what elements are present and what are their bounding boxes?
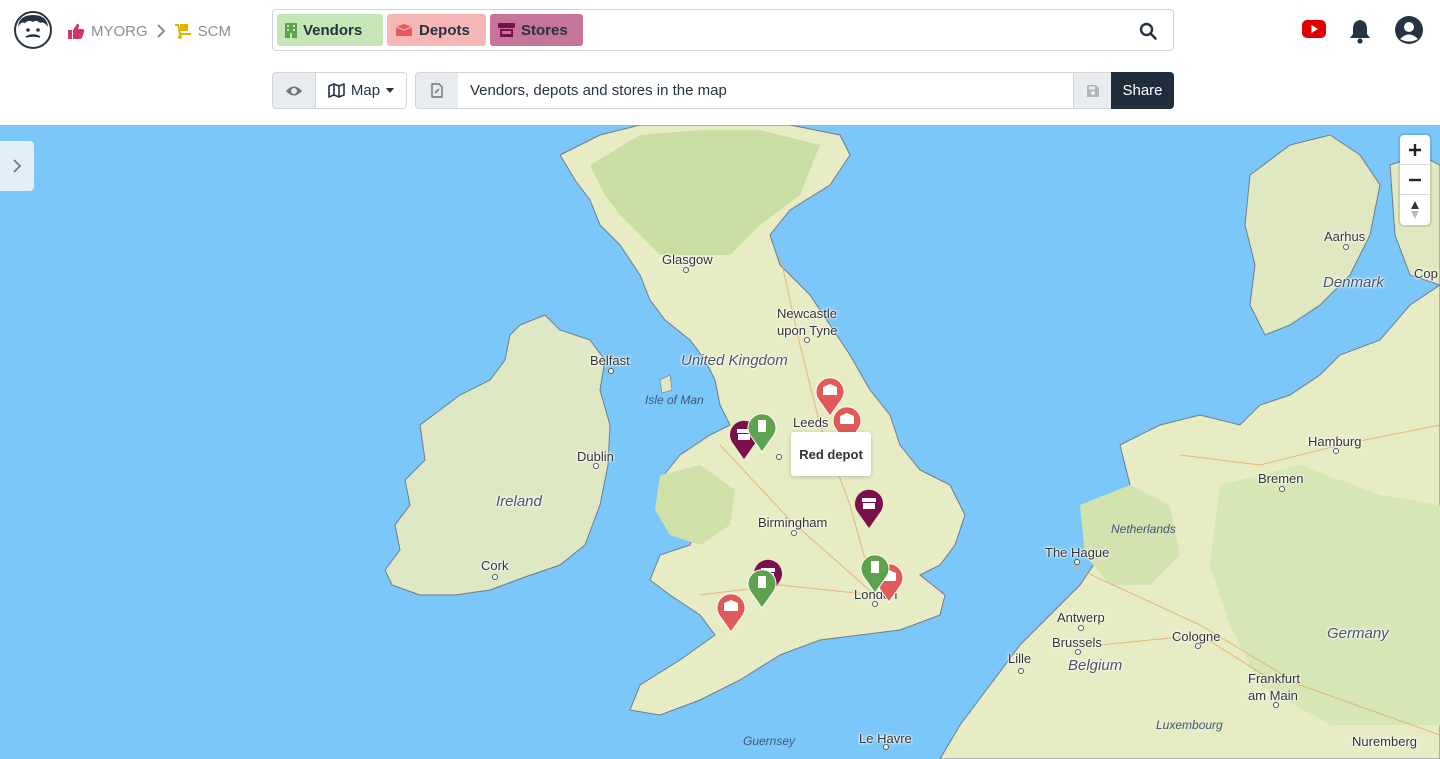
breadcrumb: MYORG SCM [68,20,231,42]
city-dot-glasgow [683,267,689,273]
map-label-newcastle: Newcastle [777,306,837,321]
map-label-luxembourg: Luxembourg [1156,718,1223,732]
map-label-denmark: Denmark [1323,274,1384,291]
map-label-frankfurt: Frankfurt [1248,671,1301,686]
store-marker[interactable] [853,487,885,529]
vendor-marker[interactable] [746,567,778,609]
map-icon [328,83,345,98]
building-icon [285,22,297,38]
header: MYORG SCM Vendors Depots Stores Map Vend… [0,0,1440,125]
toolbar: Map Vendors, depots and stores in the ma… [272,72,1174,109]
map-label-cork: Cork [481,558,509,573]
app-logo-icon[interactable] [14,11,52,49]
vendor-marker[interactable] [859,552,891,594]
city-dot-manchester [776,454,782,460]
chip-stores[interactable]: Stores [490,14,583,46]
caret-down-icon [386,88,395,93]
marker-tooltip: Red depot [791,432,871,476]
map-label-glasgow: Glasgow [662,252,713,267]
map-label-bremen: Bremen [1258,471,1304,486]
map-label-am-main: am Main [1248,688,1298,703]
city-dot-lille [1018,668,1024,674]
map-label-the-hague: The Hague [1045,545,1110,560]
map-label-guernsey: Guernsey [743,734,796,748]
zoom-control [1400,135,1430,225]
chip-depots[interactable]: Depots [387,14,486,46]
user-account-icon[interactable] [1394,15,1424,45]
map-basemap [384,125,1440,759]
vendor-marker[interactable] [746,411,778,453]
map-label-le-havre: Le Havre [859,731,912,746]
map-label-nuremberg: Nuremberg [1352,734,1418,749]
thumbs-up-icon [68,23,85,39]
map-label-leeds: Leeds [793,415,829,430]
map-label-antwerp: Antwerp [1057,610,1105,625]
chip-stores-label: Stores [521,21,568,39]
chip-vendors-label: Vendors [303,21,363,39]
chevron-right-icon [13,159,22,173]
box-icon [395,24,413,36]
document-button[interactable] [415,72,459,109]
view-mode-dropdown[interactable]: Map [315,72,407,109]
visibility-button[interactable] [272,72,316,109]
zoom-in-button[interactable] [1400,135,1430,165]
chevron-right-icon [156,24,166,38]
depot-marker[interactable] [715,591,747,633]
city-dot-birmingham [791,530,797,536]
reset-bearing-button[interactable] [1400,195,1430,225]
store-icon [498,23,515,37]
map-label-cologne: Cologne [1172,629,1221,644]
dolly-icon [174,24,191,39]
plus-icon [1409,143,1421,156]
search-icon[interactable] [1139,22,1157,40]
map-label-germany: Germany [1327,625,1389,642]
map-label-ireland: Ireland [496,493,542,510]
zoom-out-button[interactable] [1400,165,1430,195]
city-dot-belfast [608,368,614,374]
eye-icon [286,86,302,95]
city-dot-bremen [1279,486,1285,492]
minus-icon [1409,178,1421,181]
map-label-uk: United Kingdom [681,352,788,369]
view-title-input[interactable]: Vendors, depots and stores in the map [458,72,1074,109]
map-label-belfast: Belfast [590,353,630,368]
map-label-dublin: Dublin [577,449,614,464]
floppy-disk-icon [1086,84,1099,97]
youtube-icon[interactable] [1302,20,1326,38]
city-dot-aarhus [1343,244,1349,250]
map-label-upon-tyne: upon Tyne [777,323,838,338]
save-button[interactable] [1073,72,1112,109]
share-button[interactable]: Share [1111,72,1174,109]
breadcrumb-module-label: SCM [197,22,232,40]
bell-icon[interactable] [1348,18,1372,44]
map-label-isle-of-man: Isle of Man [645,393,704,407]
map-label-hamburg: Hamburg [1308,434,1362,449]
city-dot-antwerp [1078,625,1084,631]
map-label-lille: Lille [1008,651,1032,666]
city-dot-cork [492,574,498,580]
breadcrumb-org-label: MYORG [91,22,148,40]
breadcrumb-org[interactable]: MYORG [68,23,148,40]
chip-vendors[interactable]: Vendors [277,14,383,46]
view-mode-label: Map [350,82,381,99]
search-bar[interactable]: Vendors Depots Stores [272,9,1174,51]
map-label-brussels: Brussels [1052,635,1102,650]
map-view[interactable]: Glasgow Newcastle upon Tyne United Kingd… [0,125,1440,759]
map-label-netherlands: Netherlands [1111,522,1176,536]
breadcrumb-module[interactable]: SCM [174,23,231,40]
file-icon [431,83,443,98]
map-label-birmingham: Birmingham [758,515,828,530]
map-label-aarhus: Aarhus [1324,229,1366,244]
map-label-belgium: Belgium [1068,657,1123,674]
map-label-cop: Cop [1414,266,1438,281]
sidebar-toggle[interactable] [0,141,34,191]
chip-depots-label: Depots [419,21,470,39]
compass-icon [1411,201,1419,219]
